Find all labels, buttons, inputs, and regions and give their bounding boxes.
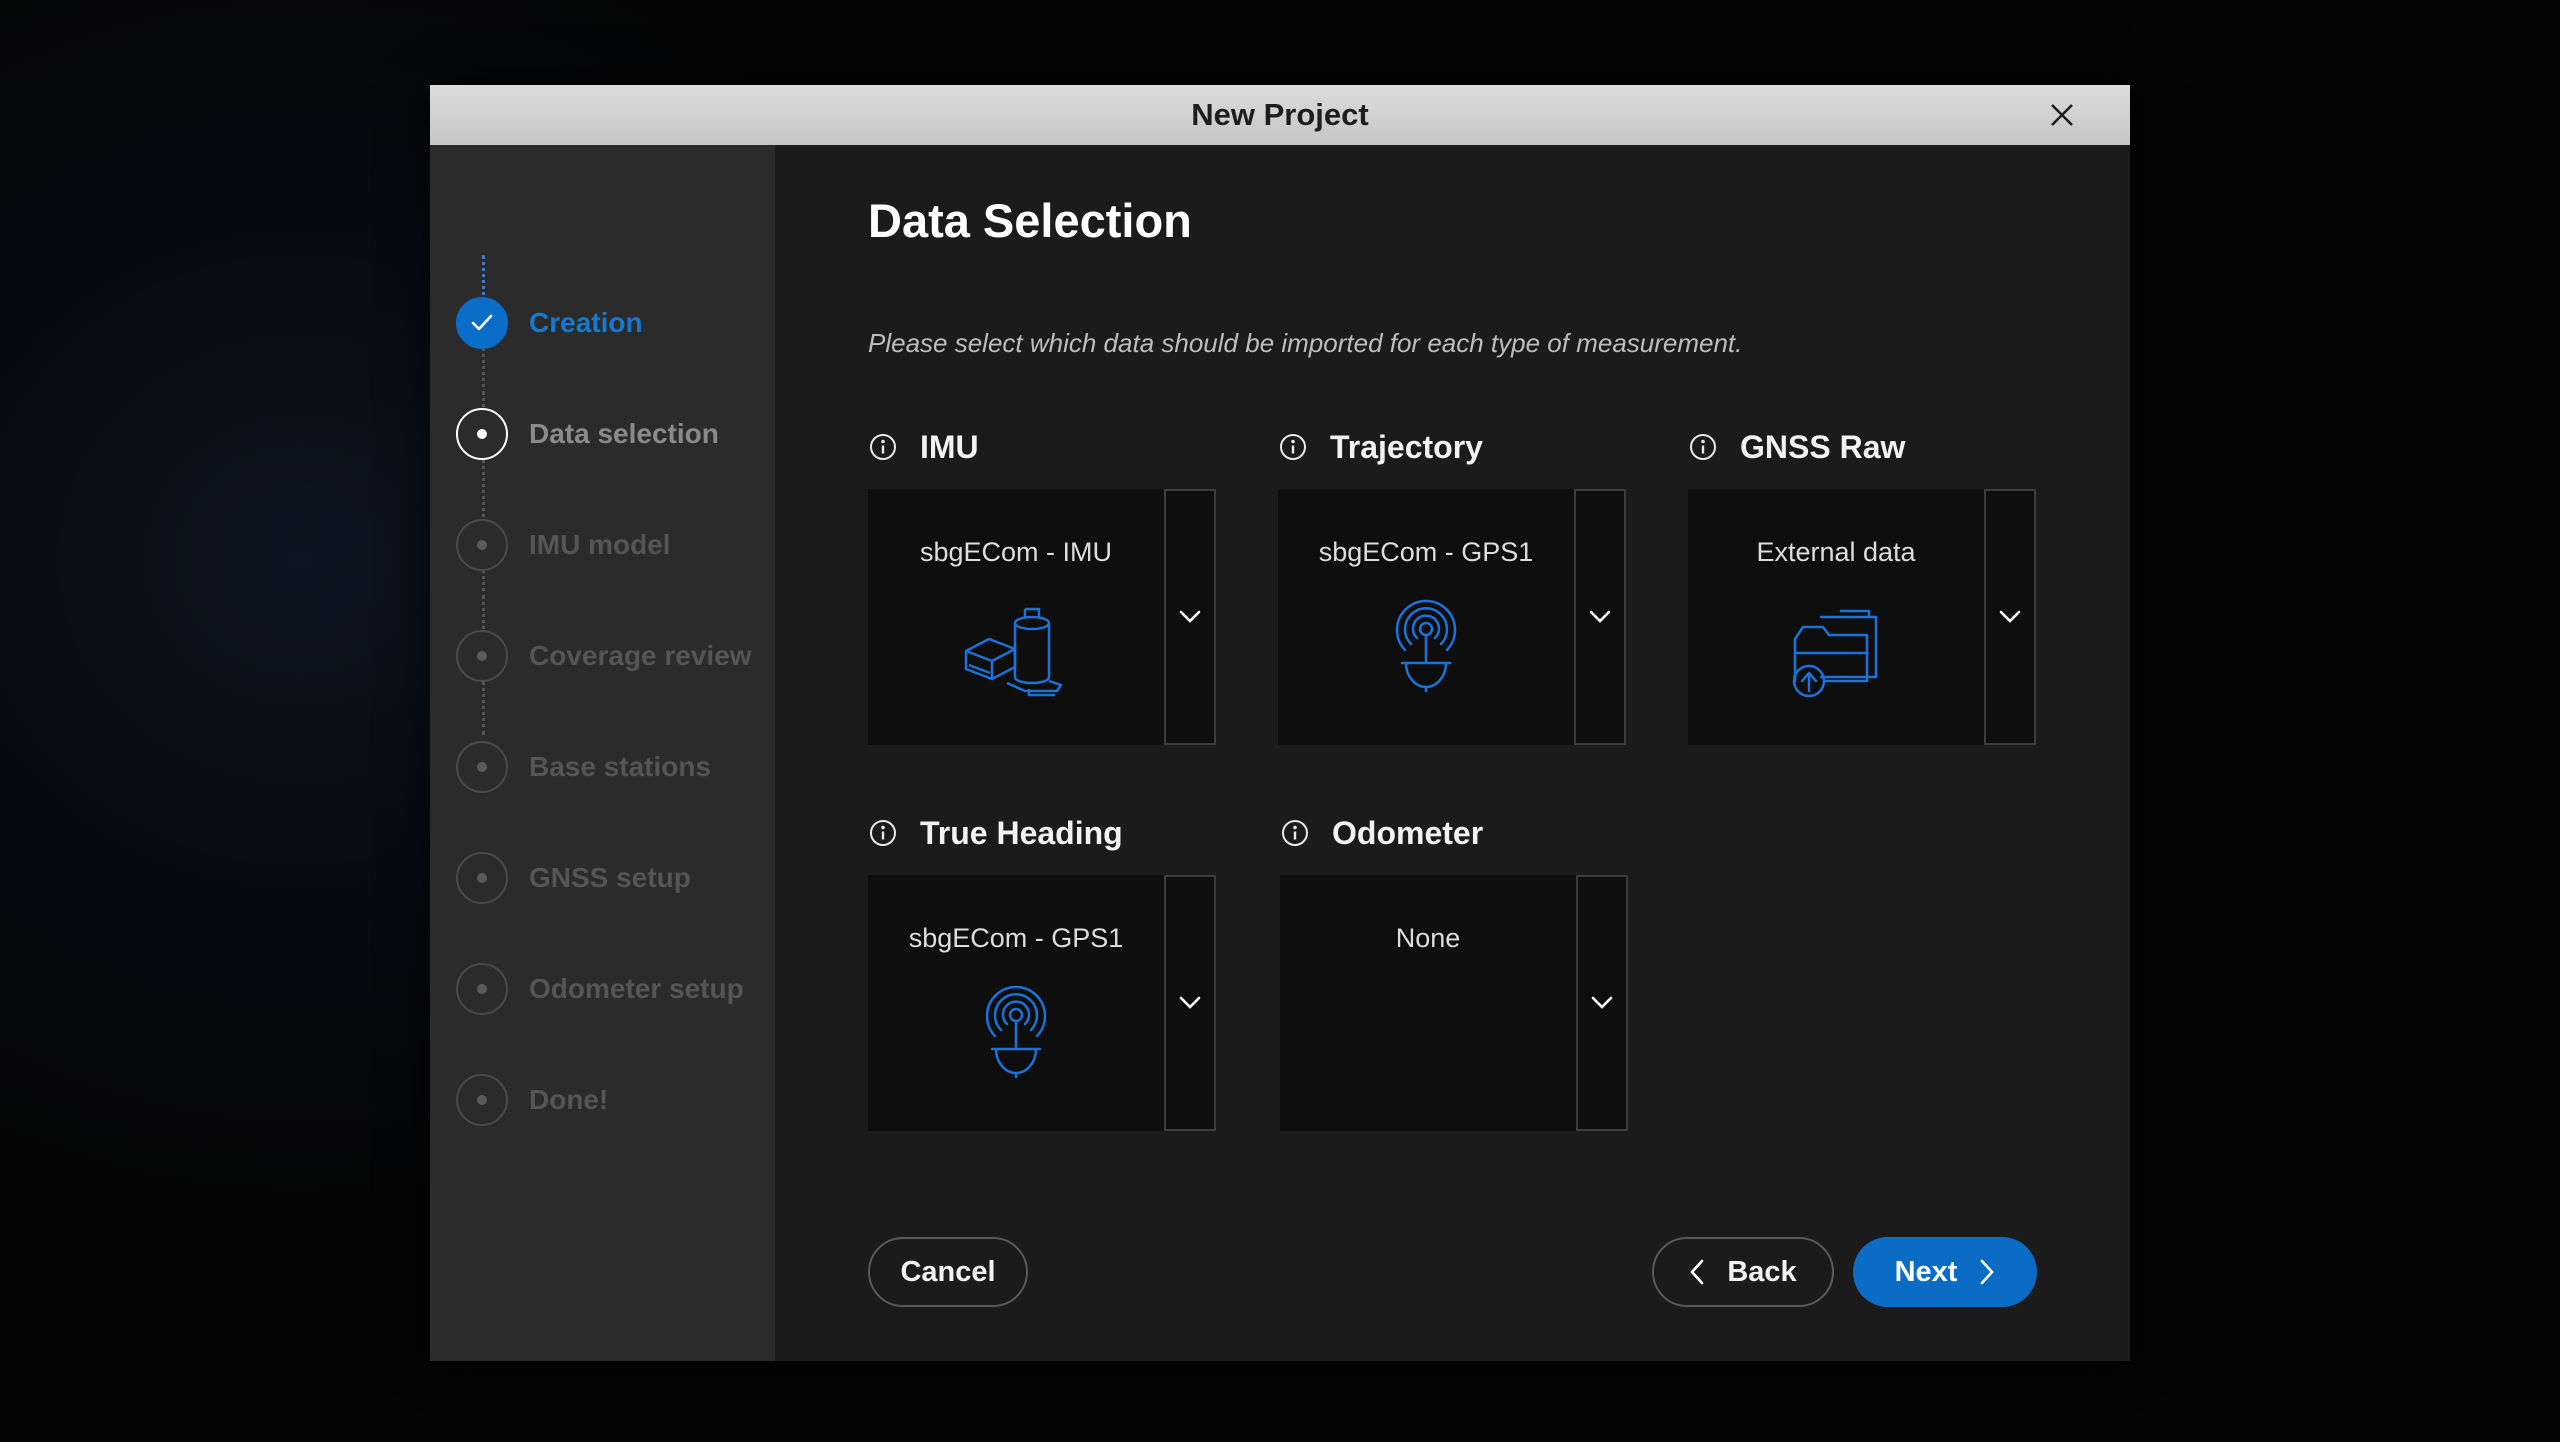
back-button[interactable]: Back (1652, 1237, 1834, 1307)
step-label: IMU model (529, 529, 671, 560)
imu-source-card[interactable]: sbgECom - IMU (868, 489, 1164, 745)
selected-value: sbgECom - GPS1 (908, 923, 1124, 953)
close-button[interactable] (2046, 99, 2078, 131)
step-label: GNSS setup (529, 862, 691, 893)
chevron-left-icon (1690, 1259, 1704, 1285)
step-label: Coverage review (529, 640, 752, 671)
step-label: Creation (529, 307, 643, 338)
selected-value: None (1395, 923, 1461, 953)
imu-selector: IMU sbgECom - IMU (868, 427, 1218, 745)
odometer-selector: Odometer None (1280, 813, 1630, 1131)
chevron-down-icon (1591, 996, 1613, 1009)
true-heading-dropdown-button[interactable] (1164, 875, 1216, 1131)
odometer-source-card[interactable]: None (1280, 875, 1576, 1131)
gnss-antenna-icon (1395, 599, 1457, 693)
dialog-title: New Project (1191, 97, 1369, 132)
step-label: Odometer setup (529, 973, 744, 1004)
cancel-label: Cancel (900, 1255, 996, 1288)
chevron-down-icon (1589, 610, 1611, 623)
gnss-raw-dropdown-button[interactable] (1984, 489, 2036, 745)
step-pending-indicator (456, 1074, 508, 1126)
wizard-steps-sidebar: Creation Data selection IMU model Covera… (430, 145, 775, 1361)
gnss-antenna-icon (985, 985, 1047, 1079)
chevron-right-icon (1981, 1259, 1995, 1285)
step-pending-indicator (456, 852, 508, 904)
step-complete-indicator (456, 297, 508, 349)
step-label: Data selection (529, 418, 719, 449)
back-label: Back (1727, 1255, 1797, 1288)
info-icon[interactable] (1688, 432, 1718, 462)
new-project-dialog: New Project Creation Data selection IMU … (430, 85, 2130, 1361)
step-current-indicator (456, 408, 508, 460)
chevron-down-icon (1999, 610, 2021, 623)
dialog-titlebar: New Project (430, 85, 2130, 145)
card-title: Odometer (1332, 814, 1484, 851)
selected-value: sbgECom - GPS1 (1318, 537, 1534, 567)
step-pending-indicator (456, 630, 508, 682)
gnss-raw-selector: GNSS Raw External data (1688, 427, 2038, 745)
odometer-dropdown-button[interactable] (1576, 875, 1628, 1131)
page-title: Data Selection (868, 194, 1192, 247)
imu-device-icon (964, 607, 1063, 697)
chevron-down-icon (1179, 996, 1201, 1009)
gnss-raw-source-card[interactable]: External data (1688, 489, 1984, 745)
step-base-stations: Base stations (456, 739, 711, 795)
step-pending-indicator (456, 963, 508, 1015)
step-label: Base stations (529, 751, 712, 782)
selected-value: sbgECom - IMU (919, 537, 1113, 567)
step-imu-model: IMU model (456, 517, 671, 573)
card-title: GNSS Raw (1740, 428, 1906, 465)
step-creation: Creation (456, 295, 643, 351)
step-odometer-setup: Odometer setup (456, 961, 744, 1017)
close-icon (2051, 104, 2073, 126)
card-title: IMU (920, 428, 979, 465)
info-icon[interactable] (1278, 432, 1308, 462)
main-content: Data Selection Please select which data … (775, 145, 2130, 1361)
imu-dropdown-button[interactable] (1164, 489, 1216, 745)
trajectory-dropdown-button[interactable] (1574, 489, 1626, 745)
card-title: Trajectory (1330, 428, 1483, 465)
next-button[interactable]: Next (1853, 1237, 2037, 1307)
page-subtitle: Please select which data should be impor… (868, 328, 1743, 358)
step-data-selection: Data selection (456, 406, 719, 462)
cancel-button[interactable]: Cancel (868, 1237, 1028, 1307)
step-gnss-setup: GNSS setup (456, 850, 691, 906)
true-heading-source-card[interactable]: sbgECom - GPS1 (868, 875, 1164, 1131)
true-heading-selector: True Heading sbgECom - GPS1 (868, 813, 1218, 1131)
trajectory-source-card[interactable]: sbgECom - GPS1 (1278, 489, 1574, 745)
info-icon[interactable] (868, 818, 898, 848)
info-icon[interactable] (868, 432, 898, 462)
selected-value: External data (1756, 537, 1916, 567)
step-coverage-review: Coverage review (456, 628, 752, 684)
step-done: Done! (456, 1072, 608, 1128)
trajectory-selector: Trajectory sbgECom - GPS1 (1278, 427, 1628, 745)
step-pending-indicator (456, 519, 508, 571)
checkmark-icon (471, 314, 493, 331)
next-label: Next (1894, 1255, 1958, 1288)
step-label: Done! (529, 1084, 609, 1115)
card-title: True Heading (920, 814, 1123, 851)
external-folder-icon (1792, 609, 1878, 698)
step-pending-indicator (456, 741, 508, 793)
info-icon[interactable] (1280, 818, 1310, 848)
chevron-down-icon (1179, 610, 1201, 623)
